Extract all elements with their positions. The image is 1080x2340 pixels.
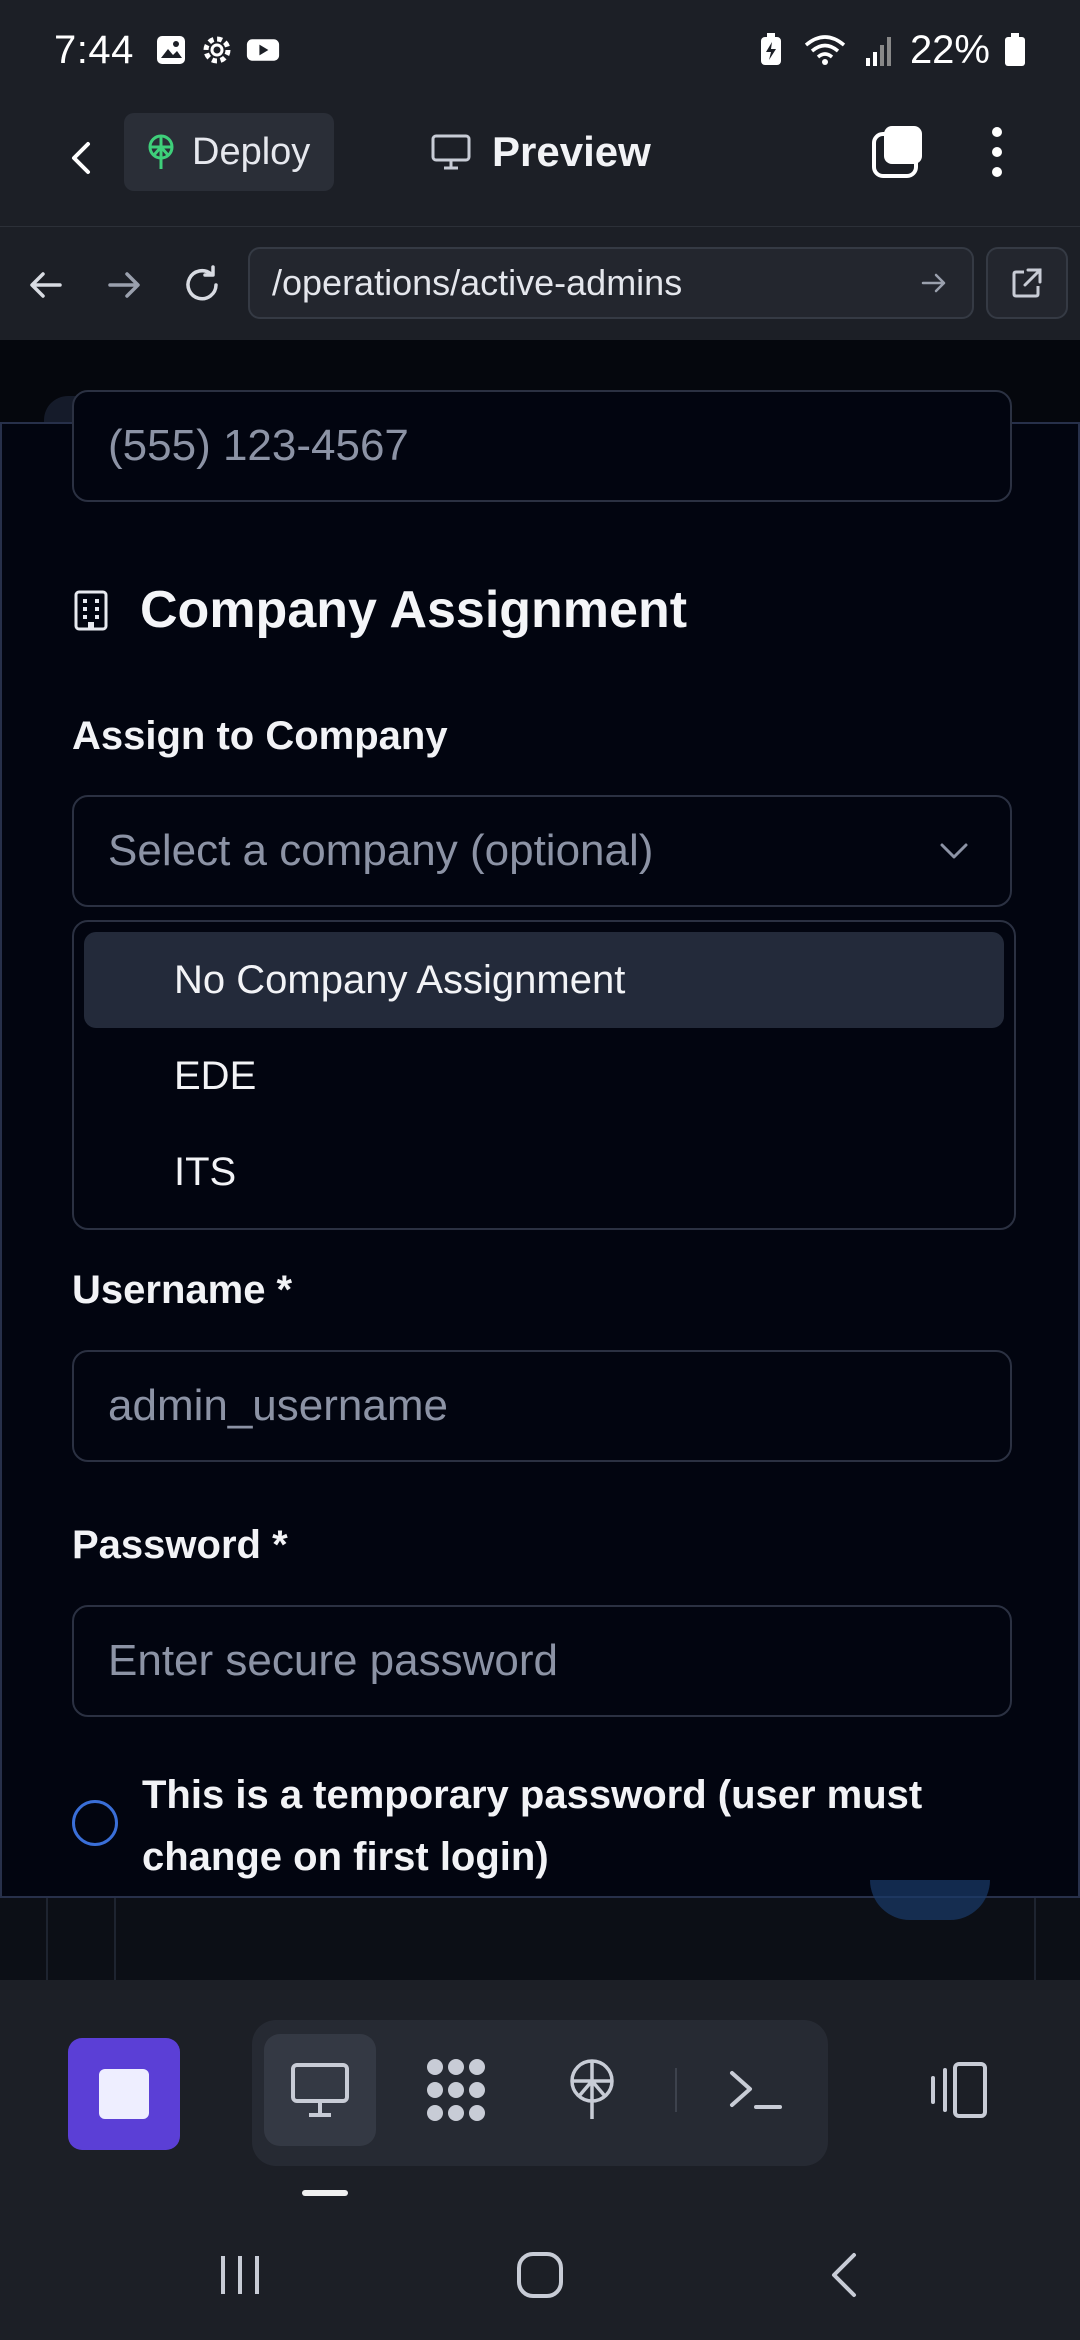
company-label: Assign to Company (72, 714, 448, 758)
username-input[interactable]: admin_username (72, 1350, 1012, 1462)
browser-forward-button[interactable] (94, 255, 154, 315)
app-bar: Deploy Preview (0, 100, 1080, 226)
gallery-icon (154, 33, 188, 67)
temp-password-option[interactable]: This is a temporary password (user must … (72, 1764, 1012, 1888)
phone-value: (555) 123-4567 (108, 421, 409, 470)
status-time: 7:44 (54, 27, 134, 72)
company-placeholder: Select a company (optional) (108, 826, 654, 875)
arrow-left-icon (30, 272, 62, 298)
deploy-tool-button[interactable] (536, 2034, 648, 2146)
chevron-down-icon (940, 843, 968, 859)
stop-button[interactable] (68, 2038, 180, 2150)
option-label: ITS (174, 1149, 237, 1194)
arrow-right-icon (108, 272, 140, 298)
web-content: (555) 123-4567 Company Assignment Assign… (0, 340, 1080, 1980)
add-admin-modal: (555) 123-4567 Company Assignment Assign… (0, 390, 1080, 1898)
tabs-button[interactable] (868, 122, 928, 182)
system-back-button[interactable] (804, 2240, 884, 2310)
open-external-button[interactable] (986, 247, 1068, 319)
wifi-icon (802, 33, 848, 67)
desktop-icon (291, 2063, 349, 2117)
password-placeholder: Enter secure password (108, 1636, 558, 1685)
option-label: EDE (174, 1053, 257, 1098)
toolbar-indicator (302, 2190, 348, 2196)
username-placeholder: admin_username (108, 1381, 448, 1430)
recent-apps-button[interactable] (200, 2240, 280, 2310)
battery-icon (1004, 33, 1026, 67)
url-field[interactable]: /operations/active-admins (248, 247, 974, 319)
system-navigation (0, 2200, 1080, 2340)
phone-field[interactable]: (555) 123-4567 (72, 390, 1012, 502)
battery-percent: 22% (909, 27, 990, 72)
settings-icon (200, 33, 234, 67)
username-label: Username * (72, 1268, 293, 1312)
building-icon (74, 590, 108, 631)
more-options-button[interactable] (972, 122, 1022, 182)
external-link-icon (1012, 268, 1042, 298)
deploy-icon (148, 134, 174, 169)
browser-url-row: /operations/active-admins (0, 226, 1080, 340)
temp-password-radio[interactable] (72, 1800, 118, 1846)
stop-icon (99, 2069, 149, 2119)
battery-saver-icon (754, 33, 788, 67)
status-bar: 7:44 22% (0, 0, 1080, 100)
terminal-tool-button[interactable] (700, 2034, 812, 2146)
grid-icon (427, 2059, 485, 2121)
password-label: Password * (72, 1523, 288, 1567)
terminal-icon (730, 2071, 782, 2109)
company-select[interactable]: Select a company (optional) (72, 795, 1012, 907)
reload-icon (186, 265, 218, 301)
home-button[interactable] (500, 2240, 580, 2310)
youtube-icon (246, 33, 280, 67)
url-text: /operations/active-admins (272, 262, 683, 303)
tool-group (252, 2020, 828, 2166)
browser-back-button[interactable] (16, 255, 76, 315)
company-option-none[interactable]: No Company Assignment (84, 932, 1004, 1028)
temp-password-text: This is a temporary password (user must … (142, 1773, 923, 1879)
toolbar-separator (675, 2068, 677, 2112)
company-option-ede[interactable]: EDE (84, 1028, 1004, 1124)
grid-tool-button[interactable] (400, 2034, 512, 2146)
section-title: Company Assignment (72, 580, 687, 640)
home-icon (517, 2252, 563, 2298)
chevron-left-icon (72, 142, 90, 174)
deploy-icon (570, 2059, 614, 2119)
option-label: No Company Assignment (174, 957, 626, 1002)
url-go-button[interactable] (914, 263, 954, 303)
desktop-tool-button[interactable] (264, 2034, 376, 2146)
back-icon (832, 2253, 856, 2297)
devices-icon (931, 2062, 987, 2118)
preview-title: Preview (430, 120, 651, 184)
recent-apps-icon (221, 2256, 259, 2294)
background-divider (114, 1898, 116, 1980)
reload-button[interactable] (172, 255, 232, 315)
monitor-icon (431, 134, 471, 170)
app-back-button[interactable] (52, 128, 112, 188)
deploy-button[interactable]: Deploy (124, 113, 334, 191)
section-title-text: Company Assignment (140, 581, 688, 639)
devices-button[interactable] (900, 2034, 1012, 2146)
signal-icon (862, 33, 896, 67)
tabs-icon (872, 126, 922, 178)
company-option-its[interactable]: ITS (84, 1124, 1004, 1220)
deploy-label: Deploy (192, 130, 311, 173)
bottom-toolbar (0, 1980, 1080, 2190)
arrow-right-icon (921, 273, 946, 293)
company-dropdown: No Company Assignment EDE ITS (72, 920, 1016, 1230)
password-input[interactable]: Enter secure password (72, 1605, 1012, 1717)
preview-label: Preview (492, 128, 651, 175)
